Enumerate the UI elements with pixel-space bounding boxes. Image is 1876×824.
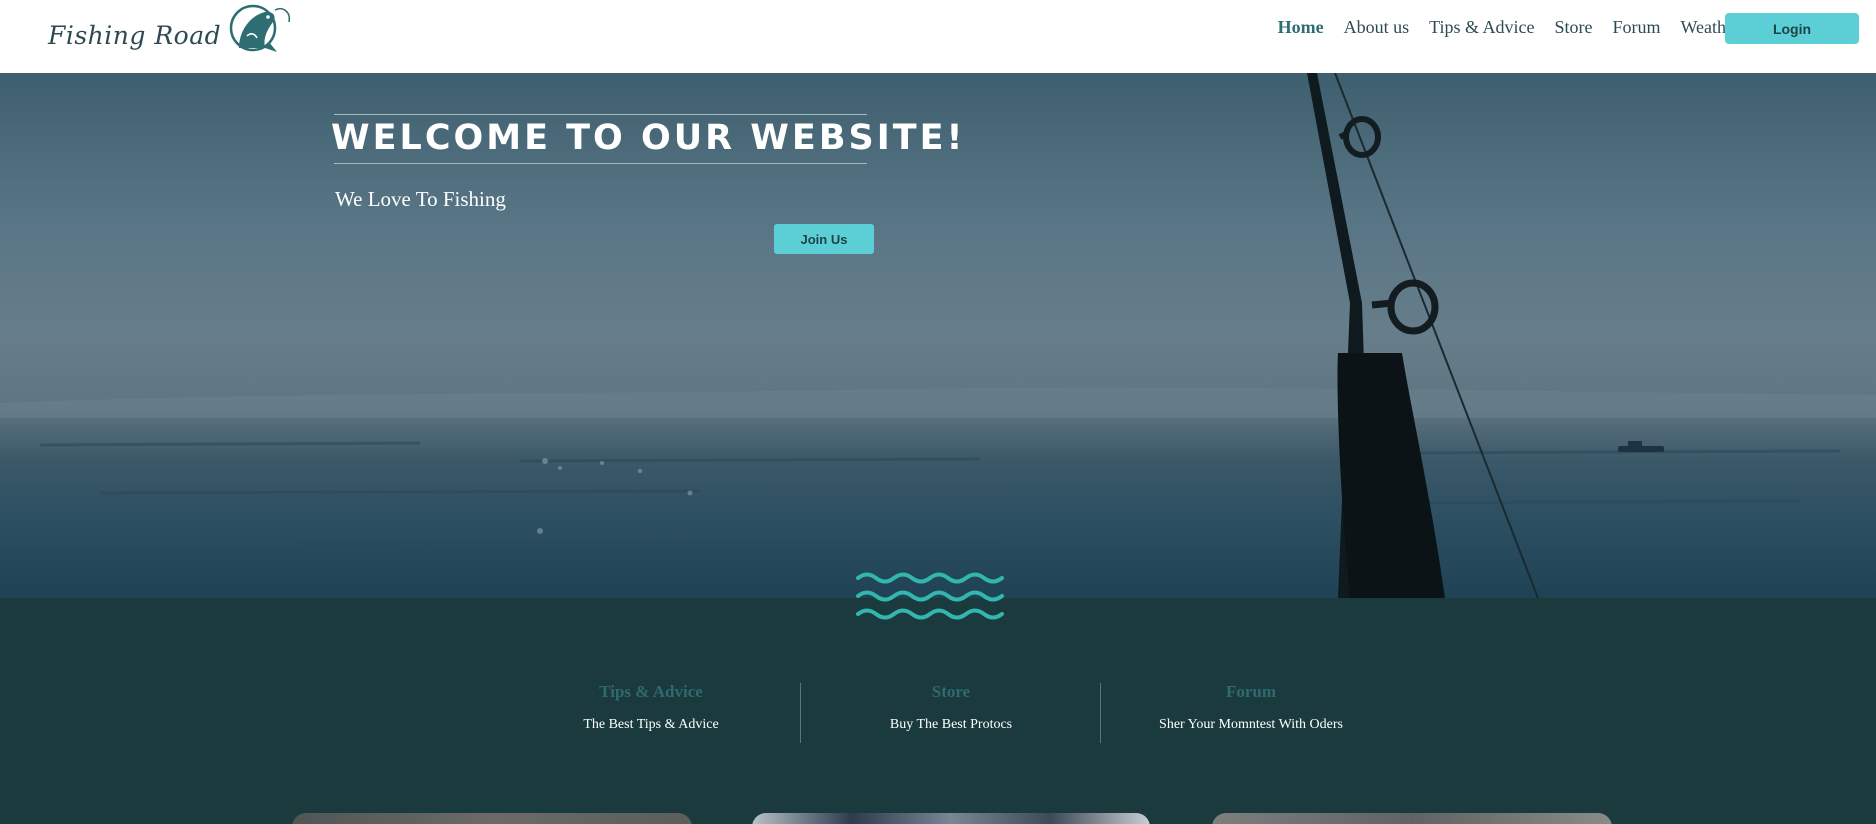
feature-description: Buy The Best Protocs (889, 717, 1013, 732)
title-rule-top (334, 114, 867, 115)
feature-title: Forum (1225, 682, 1277, 701)
feature-description: Sher Your Momntest With Oders (1159, 717, 1343, 732)
nav-forum[interactable]: Forum (1612, 16, 1660, 38)
waves-icon (856, 572, 1004, 620)
fish-icon (229, 4, 291, 52)
card-image[interactable] (292, 813, 692, 824)
feature-title: Tips & Advice (599, 682, 703, 701)
logo-text: Fishing Road (48, 20, 222, 50)
feature-title: Store (931, 682, 971, 701)
login-button[interactable]: Login (1725, 13, 1859, 44)
nav-tips-advice[interactable]: Tips & Advice (1429, 16, 1534, 38)
logo[interactable]: Fishing Road (48, 2, 305, 58)
feature-forum[interactable]: Forum Sher Your Momntest With Oders (1101, 682, 1401, 733)
card-image[interactable] (752, 813, 1150, 824)
nav-about-us[interactable]: About us (1344, 16, 1410, 38)
title-rule-bottom (334, 163, 867, 164)
join-us-button[interactable]: Join Us (774, 224, 874, 254)
feature-tips-advice[interactable]: Tips & Advice The Best Tips & Advice (501, 682, 801, 733)
features-section: Tips & Advice The Best Tips & Advice Sto… (0, 670, 1876, 760)
hero-subtitle: We Love To Fishing (335, 187, 506, 211)
hero-banner: WELCOME TO OUR WEBSITE! We Love To Fishi… (0, 73, 1876, 598)
main-nav: Home About us Tips & Advice Store Forum … (1258, 16, 1740, 38)
feature-description: The Best Tips & Advice (583, 717, 719, 732)
site-header: Fishing Road Home About us Tips & Advice… (0, 0, 1876, 73)
card-image[interactable] (1212, 813, 1612, 824)
hero-title: WELCOME TO OUR WEBSITE! (331, 118, 966, 158)
feature-store[interactable]: Store Buy The Best Protocs (801, 682, 1101, 733)
nav-store[interactable]: Store (1554, 16, 1592, 38)
nav-home[interactable]: Home (1278, 16, 1324, 38)
